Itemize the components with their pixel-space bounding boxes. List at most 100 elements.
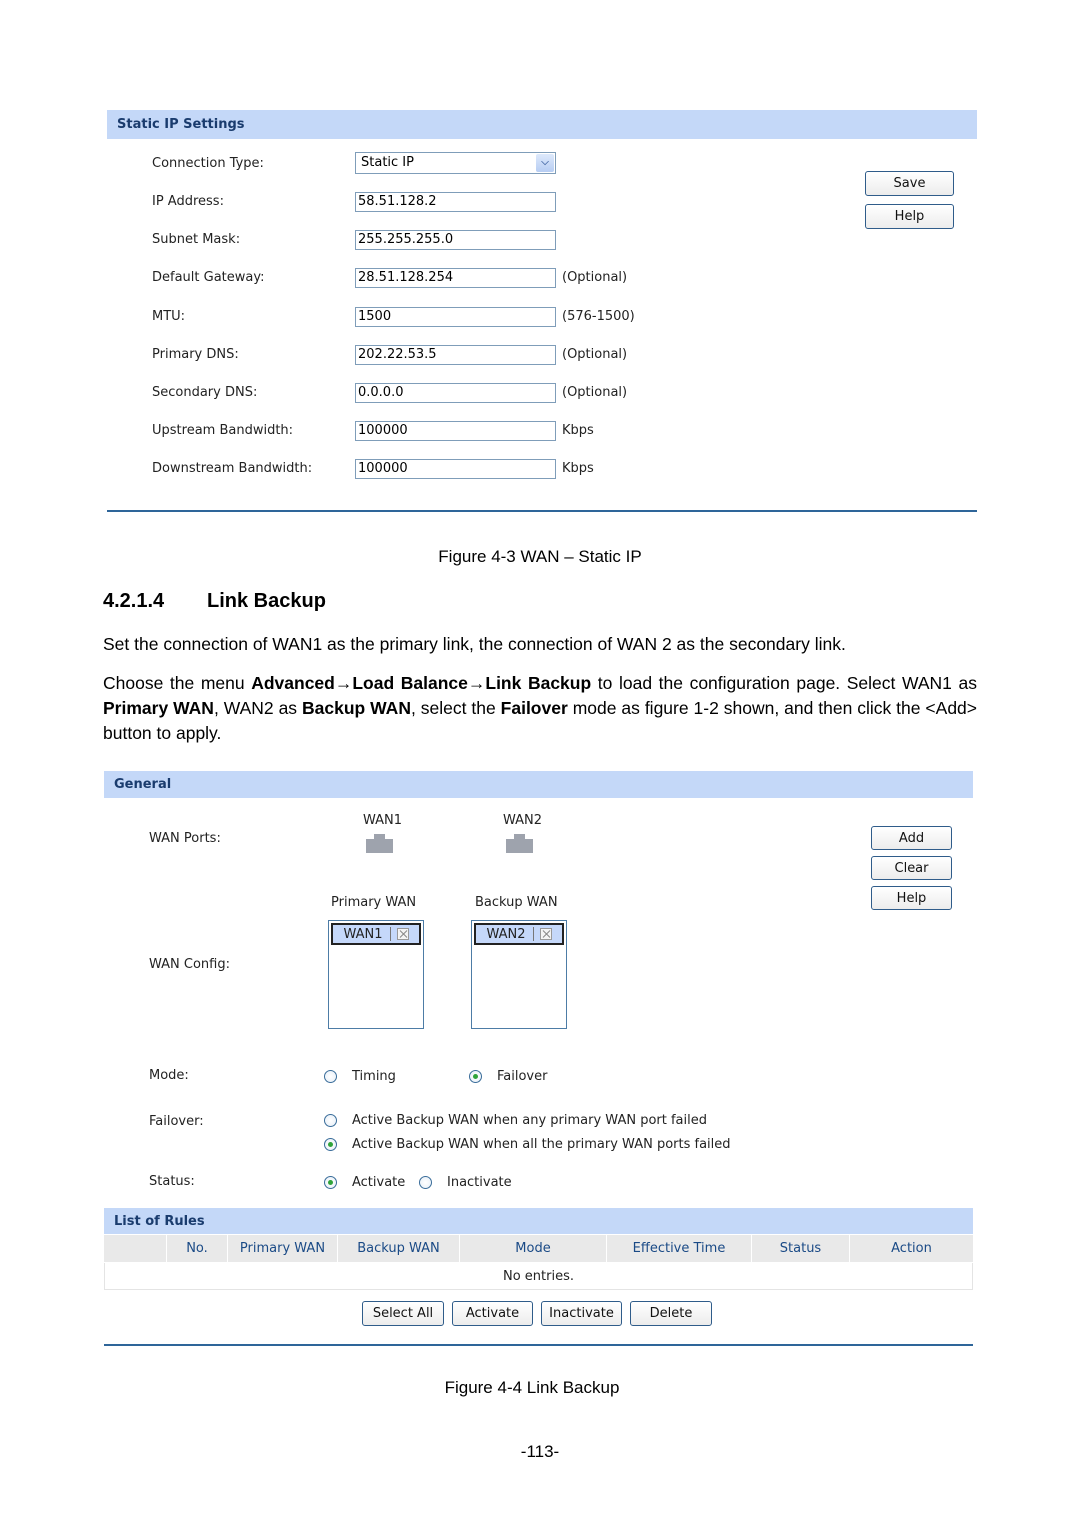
upstream-bandwidth-unit: Kbps xyxy=(562,423,594,438)
section-title: Link Backup xyxy=(207,590,326,612)
mtu-label: MTU: xyxy=(152,309,186,324)
static-ip-settings-header: Static IP Settings xyxy=(107,110,977,139)
ip-address-input[interactable]: 58.51.128.2 xyxy=(355,192,556,212)
upstream-bandwidth-label: Upstream Bandwidth: xyxy=(152,423,294,438)
default-gateway-label: Default Gateway: xyxy=(152,270,265,285)
backup-wan-term: Backup WAN xyxy=(301,698,411,718)
clear-button[interactable]: Clear xyxy=(871,856,952,880)
panel-bottom-divider xyxy=(104,1344,973,1346)
subnet-mask-input[interactable]: 255.255.255.0 xyxy=(355,230,556,250)
primary-wan-dropzone[interactable]: WAN1 xyxy=(328,920,424,1029)
radio-icon[interactable] xyxy=(324,1070,337,1083)
inactivate-button[interactable]: Inactivate xyxy=(541,1301,622,1326)
column-effective-time: Effective Time xyxy=(606,1235,751,1262)
status-inactivate-radio[interactable]: Inactivate xyxy=(419,1175,512,1190)
column-status: Status xyxy=(751,1235,849,1262)
backup-wan-tag-label: WAN2 xyxy=(486,926,526,942)
connection-type-value: Static IP xyxy=(361,155,414,170)
general-header: General xyxy=(104,771,973,798)
failover-option-label: Active Backup WAN when all the primary W… xyxy=(352,1137,731,1152)
list-of-rules-header: List of Rules xyxy=(104,1208,973,1234)
wan-config-label: WAN Config: xyxy=(149,957,230,972)
ethernet-port-icon[interactable] xyxy=(506,834,533,853)
secondary-dns-label: Secondary DNS: xyxy=(152,385,258,400)
primary-wan-tag-label: WAN1 xyxy=(343,926,383,942)
mtu-input[interactable]: 1500 xyxy=(355,307,556,327)
backup-wan-label: Backup WAN xyxy=(475,895,558,910)
figure-caption: Figure 4-3 WAN – Static IP xyxy=(438,547,642,566)
failover-label: Failover: xyxy=(149,1114,204,1129)
radio-icon[interactable] xyxy=(419,1176,432,1189)
column-mode: Mode xyxy=(459,1235,606,1262)
list-title: List of Rules xyxy=(114,1213,205,1229)
panel-bottom-divider xyxy=(107,510,977,512)
section-number: 4.2.1.4 xyxy=(103,590,165,612)
connection-type-select[interactable]: Static IP ⌵ xyxy=(355,152,556,174)
mode-timing-radio[interactable]: Timing xyxy=(324,1069,396,1084)
remove-icon[interactable] xyxy=(396,928,409,940)
radio-selected-icon[interactable] xyxy=(324,1138,337,1151)
paragraph-2: Choose the menu Advanced→Load Balance→Li… xyxy=(103,671,977,746)
primary-dns-note: (Optional) xyxy=(562,347,628,362)
mode-option-label: Timing xyxy=(352,1069,396,1084)
failover-term: Failover xyxy=(500,698,568,718)
save-button[interactable]: Save xyxy=(865,171,954,196)
status-activate-radio[interactable]: Activate xyxy=(324,1175,405,1190)
radio-selected-icon[interactable] xyxy=(324,1176,337,1189)
failover-option-label: Active Backup WAN when any primary WAN p… xyxy=(352,1113,707,1128)
primary-wan-term: Primary WAN xyxy=(103,698,214,718)
mode-label: Mode: xyxy=(149,1068,189,1083)
failover-any-radio[interactable]: Active Backup WAN when any primary WAN p… xyxy=(324,1113,707,1128)
backup-wan-dropzone[interactable]: WAN2 xyxy=(471,920,567,1029)
menu-path: Advanced→Load Balance→Link Backup xyxy=(251,673,592,693)
column-backup-wan: Backup WAN xyxy=(337,1235,459,1262)
activate-button[interactable]: Activate xyxy=(452,1301,533,1326)
help-button[interactable]: Help xyxy=(871,886,952,910)
page-number: -113- xyxy=(520,1442,560,1461)
wan1-port-label: WAN1 xyxy=(363,813,403,828)
remove-icon[interactable] xyxy=(539,928,552,940)
radio-icon[interactable] xyxy=(324,1114,337,1127)
failover-all-radio[interactable]: Active Backup WAN when all the primary W… xyxy=(324,1137,731,1152)
add-button[interactable]: Add xyxy=(871,826,952,850)
wan-ports-label: WAN Ports: xyxy=(149,831,221,846)
default-gateway-note: (Optional) xyxy=(562,270,628,285)
paragraph-1: Set the connection of WAN1 as the primar… xyxy=(103,634,846,654)
backup-wan-tag[interactable]: WAN2 xyxy=(474,923,564,945)
select-all-button[interactable]: Select All xyxy=(362,1301,444,1326)
status-label: Status: xyxy=(149,1174,195,1189)
general-title: General xyxy=(114,777,172,792)
mode-option-label: Failover xyxy=(497,1069,548,1084)
mtu-note: (576-1500) xyxy=(562,309,635,324)
ip-address-label: IP Address: xyxy=(152,194,224,209)
section-heading: 4.2.1.4 Link Backup xyxy=(103,590,326,613)
downstream-bandwidth-input[interactable]: 100000 xyxy=(355,459,556,479)
rules-table-empty-row: No entries. xyxy=(104,1263,973,1290)
figure-caption: Figure 4-4 Link Backup xyxy=(444,1378,620,1397)
primary-wan-tag[interactable]: WAN1 xyxy=(331,923,421,945)
para2-text: Choose the menu xyxy=(103,673,252,693)
empty-message: No entries. xyxy=(502,1268,574,1284)
mode-failover-radio[interactable]: Failover xyxy=(469,1069,547,1084)
delete-button[interactable]: Delete xyxy=(630,1301,712,1326)
downstream-bandwidth-unit: Kbps xyxy=(562,461,594,476)
para2-text: to load the configuration page. Select W… xyxy=(591,673,977,693)
secondary-dns-input[interactable]: 0.0.0.0 xyxy=(355,383,556,403)
para2-text: , select the xyxy=(410,698,501,718)
status-option-label: Activate xyxy=(352,1175,406,1190)
default-gateway-input[interactable]: 28.51.128.254 xyxy=(355,268,556,288)
para2-text: , WAN2 as xyxy=(213,698,302,718)
ethernet-port-icon[interactable] xyxy=(366,834,393,853)
column-select xyxy=(104,1235,166,1262)
radio-selected-icon[interactable] xyxy=(469,1070,482,1083)
chevron-down-icon[interactable]: ⌵ xyxy=(536,154,554,172)
rules-table-header: No. Primary WAN Backup WAN Mode Effectiv… xyxy=(104,1235,973,1262)
upstream-bandwidth-input[interactable]: 100000 xyxy=(355,421,556,441)
column-primary-wan: Primary WAN xyxy=(227,1235,337,1262)
column-no: No. xyxy=(166,1235,227,1262)
panel-title: Static IP Settings xyxy=(117,117,245,132)
primary-dns-input[interactable]: 202.22.53.5 xyxy=(355,345,556,365)
connection-type-label: Connection Type: xyxy=(152,156,264,171)
help-button[interactable]: Help xyxy=(865,204,954,229)
column-action: Action xyxy=(849,1235,973,1262)
